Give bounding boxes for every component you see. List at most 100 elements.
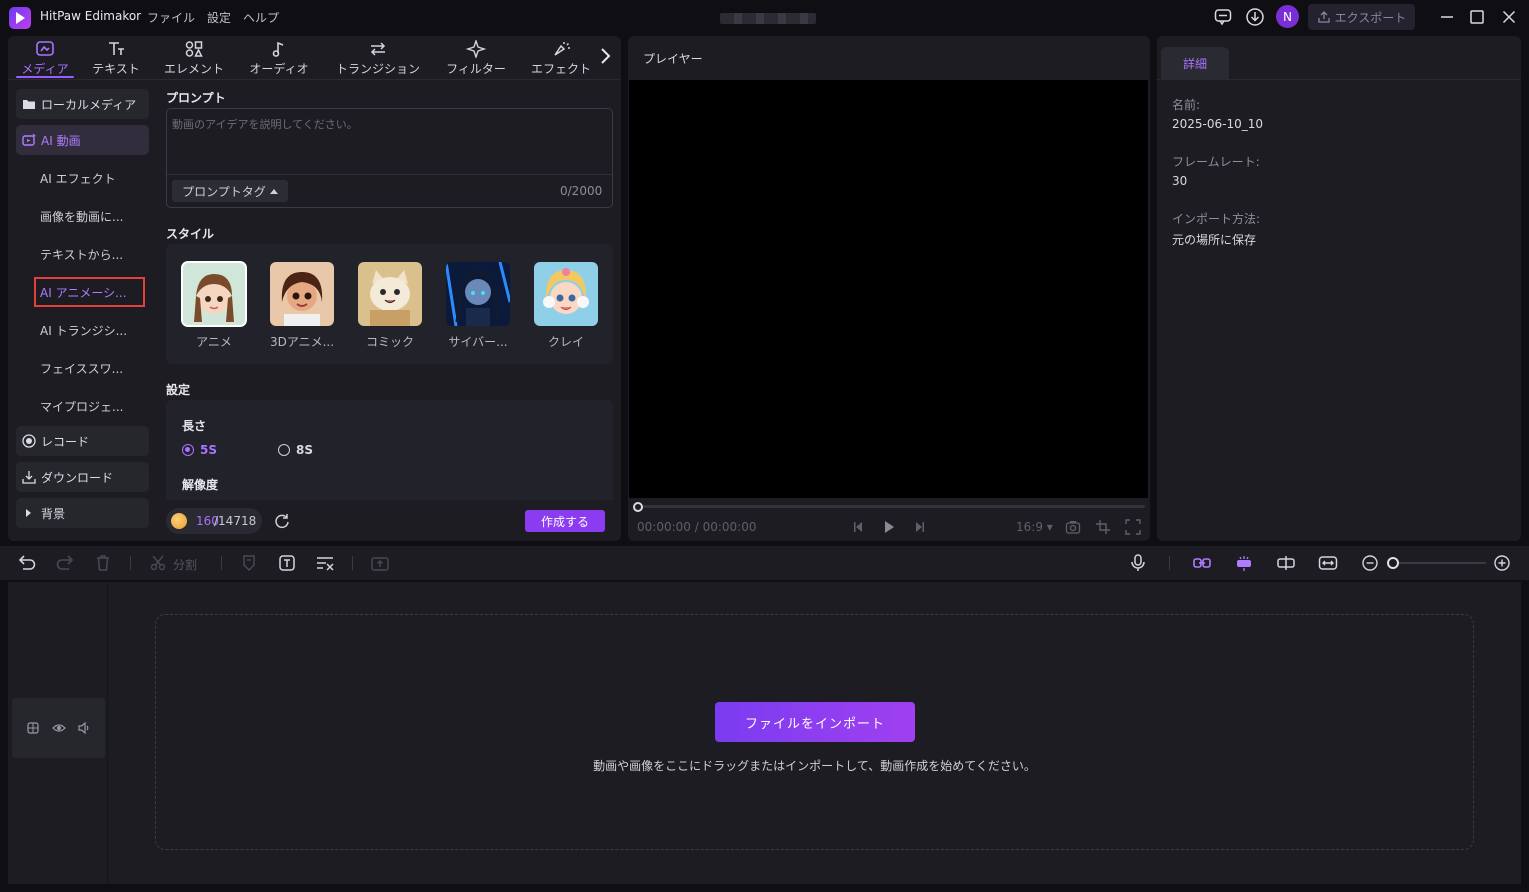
sidebar-sub-ai-transition[interactable]: AI トランジシ... — [40, 322, 127, 339]
style-label: サイバー... — [448, 335, 508, 349]
user-avatar[interactable]: N — [1276, 5, 1299, 28]
tab-details[interactable]: 詳細 — [1161, 47, 1229, 79]
previous-frame-icon[interactable] — [851, 519, 867, 535]
aspect-ratio-select[interactable]: 16:9 ▾ — [1016, 520, 1053, 534]
play-icon[interactable] — [881, 519, 897, 535]
undo-icon[interactable] — [17, 554, 37, 572]
export-clip-icon[interactable] — [370, 554, 390, 572]
minimize-icon[interactable] — [1437, 7, 1457, 27]
style-card-anime[interactable] — [181, 261, 247, 327]
sidebar-item-ai-video[interactable]: AI 動画 — [16, 125, 149, 155]
create-button[interactable]: 作成する — [525, 510, 605, 532]
playhead-handle[interactable] — [633, 502, 643, 512]
length-radio-8s[interactable] — [278, 444, 290, 456]
tab-audio[interactable]: オーディオ — [242, 38, 316, 78]
zoom-in-icon[interactable] — [1492, 554, 1512, 572]
import-file-button[interactable]: ファイルをインポート — [715, 702, 915, 742]
drop-hint-text: 動画や画像をここにドラッグまたはインポートして、動画作成を始めてください。 — [593, 759, 1036, 773]
tab-media[interactable]: メディア — [16, 38, 74, 78]
zoom-slider[interactable] — [1392, 562, 1486, 564]
microphone-icon[interactable] — [1128, 554, 1148, 572]
tab-transition[interactable]: トランジション — [330, 38, 426, 78]
framerate-value: 30 — [1172, 174, 1188, 188]
video-preview[interactable] — [629, 80, 1148, 498]
zoom-out-icon[interactable] — [1360, 554, 1380, 572]
style-label: クレイ — [547, 335, 584, 349]
next-frame-icon[interactable] — [911, 519, 927, 535]
track-visibility-icon[interactable] — [52, 721, 66, 735]
crop-icon[interactable] — [1095, 519, 1111, 535]
text-icon — [106, 40, 126, 58]
sidebar-sub-face-swap[interactable]: フェイススワ... — [40, 360, 123, 377]
tab-label: テキスト — [92, 62, 140, 76]
sidebar-item-local-media[interactable]: ローカルメディア — [16, 89, 149, 119]
tabs-next-icon[interactable] — [598, 46, 612, 66]
text-box-icon[interactable] — [277, 554, 297, 572]
style-card-cyber[interactable] — [446, 262, 510, 326]
fit-width-icon[interactable] — [1318, 554, 1338, 572]
style-card-comic[interactable] — [358, 262, 422, 326]
prompt-placeholder: 動画のアイデアを説明してください。 — [172, 118, 358, 131]
style-title: スタイル — [166, 227, 215, 241]
tab-text[interactable]: テキスト — [86, 38, 146, 78]
auto-cut-icon[interactable] — [315, 554, 335, 572]
marker-icon[interactable] — [239, 554, 259, 572]
menu-file[interactable]: ファイル — [147, 9, 195, 26]
fullscreen-icon[interactable] — [1125, 519, 1141, 535]
refresh-icon[interactable] — [273, 512, 291, 530]
settings-title: 設定 — [166, 383, 191, 397]
menu-help[interactable]: ヘルプ — [243, 9, 279, 26]
style-label: アニメ — [196, 335, 232, 349]
link-icon[interactable] — [1192, 554, 1212, 572]
tab-effect[interactable]: エフェクト — [526, 38, 596, 78]
divider — [352, 556, 353, 570]
credits-total: /14718 — [214, 514, 257, 528]
record-icon — [22, 434, 36, 448]
divider — [8, 79, 621, 80]
scissors-icon[interactable] — [149, 554, 169, 572]
sidebar-sub-text-to-video[interactable]: テキストから... — [40, 246, 123, 263]
progress-bar[interactable] — [636, 505, 1145, 508]
tab-filter[interactable]: フィルター — [440, 38, 512, 78]
tab-label: トランジション — [335, 62, 420, 76]
split-track-icon[interactable] — [1276, 554, 1296, 572]
name-value: 2025-06-10_10 — [1172, 117, 1264, 131]
divider — [221, 556, 222, 570]
sidebar-item-download[interactable]: ダウンロード — [16, 462, 149, 492]
snapshot-icon[interactable] — [1065, 519, 1081, 535]
redo-icon[interactable] — [55, 554, 75, 572]
tab-element[interactable]: エレメント — [158, 38, 230, 78]
download-icon[interactable] — [1245, 7, 1265, 27]
caret-right-icon — [22, 506, 36, 520]
track-lock-icon[interactable] — [26, 721, 40, 735]
zoom-slider-handle[interactable] — [1387, 557, 1399, 569]
download-icon — [22, 470, 36, 484]
export-icon — [1317, 10, 1331, 24]
import-method-label: インポート方法: — [1172, 212, 1261, 226]
delete-icon[interactable] — [93, 554, 113, 572]
sidebar-item-background[interactable]: 背景 — [16, 498, 149, 528]
style-card-clay[interactable] — [534, 262, 598, 326]
sidebar-sub-image-to-video[interactable]: 画像を動画に... — [40, 208, 123, 225]
export-label: エクスポート — [1334, 10, 1407, 25]
style-card-3d-anime[interactable] — [270, 262, 334, 326]
menu-settings[interactable]: 設定 — [207, 9, 231, 26]
track-volume-icon[interactable] — [77, 721, 91, 735]
timeline-toolbar — [0, 546, 1529, 580]
sidebar-sub-ai-effect[interactable]: AI エフェクト — [40, 170, 116, 187]
sidebar-sub-my-projects[interactable]: マイプロジェ... — [40, 398, 123, 415]
sidebar-item-label: 背景 — [41, 506, 66, 521]
feedback-icon[interactable] — [1213, 7, 1233, 27]
export-button[interactable]: エクスポート — [1308, 4, 1415, 30]
close-icon[interactable] — [1499, 7, 1519, 27]
sidebar-item-record[interactable]: レコード — [16, 426, 149, 456]
magnet-icon[interactable] — [1234, 554, 1254, 572]
maximize-icon[interactable] — [1467, 7, 1487, 27]
transition-icon — [368, 40, 388, 58]
prompt-tag-button[interactable]: プロンプトタグ — [172, 180, 288, 202]
length-radio-5s[interactable] — [182, 444, 194, 456]
filter-icon — [466, 40, 486, 58]
split-label[interactable]: 分割 — [173, 556, 197, 573]
coin-icon — [171, 513, 187, 529]
sidebar-sub-ai-animation[interactable]: AI アニメーシ... — [40, 284, 127, 301]
